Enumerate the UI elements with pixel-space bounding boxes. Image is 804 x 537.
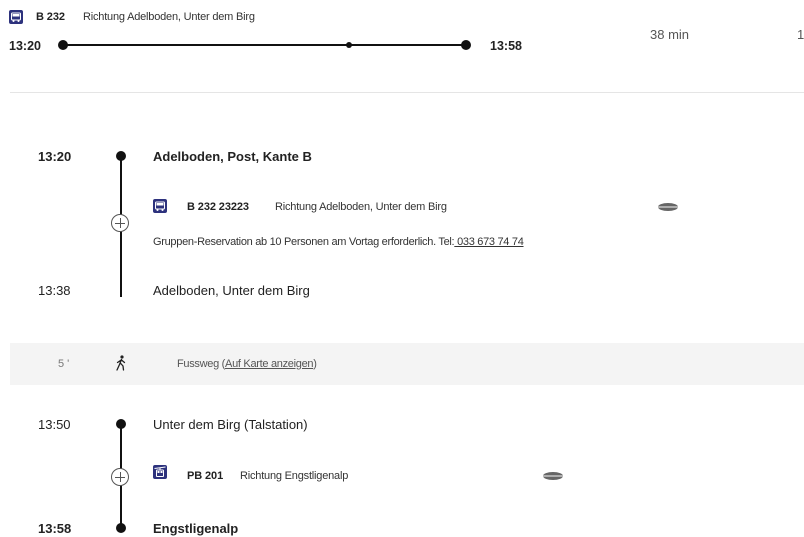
summary-end-dot [461,40,471,50]
leg1-arrival-time: 13:38 [38,283,71,298]
bus-icon [9,10,23,24]
walk-duration: 5 ' [58,358,70,370]
leg1-service-label: B 232 23223 [187,201,249,213]
leg1-expand-button[interactable] [111,214,129,232]
leg2-direction: Richtung Engstligenalp [240,470,349,482]
summary-transfer-dot [346,42,352,48]
summary-direction: Richtung Adelboden, Unter dem Birg [83,11,255,23]
summary-duration: 38 min [650,27,690,42]
walk-label: Fussweg (Auf Karte anzeigen) [177,358,317,370]
leg2-expand-button[interactable] [111,468,129,486]
walk-section [10,343,804,385]
leg1-direction: Richtung Adelboden, Unter dem Birg [275,201,447,213]
leg1-departure-stop[interactable]: Adelboden, Post, Kante B [153,149,312,164]
walk-icon [116,355,126,371]
summary-truncated-value: 1 [797,27,804,42]
leg2-arrival-time: 13:58 [38,521,72,536]
leg2-departure-stop[interactable]: Unter dem Birg (Talstation) [153,417,308,432]
leg2-departure-time: 13:50 [38,417,71,432]
leg1-reservation-note: Gruppen-Reservation ab 10 Personen am Vo… [153,236,524,248]
bus-icon [153,199,167,213]
leg2-service-label: PB 201 [187,470,224,482]
summary-arrival-time: 13:58 [490,39,522,53]
leg2-end-dot [116,523,126,533]
leg1-arrival-stop[interactable]: Adelboden, Unter dem Birg [153,283,310,298]
cable-car-icon [153,465,167,479]
summary-departure-time: 13:20 [9,39,41,53]
occupancy-icon [658,203,678,211]
summary-service-label: B 232 [36,11,65,23]
leg1-departure-time: 13:20 [38,149,72,164]
leg2-arrival-stop[interactable]: Engstligenalp [153,521,238,536]
header-divider [10,92,804,93]
phone-link[interactable]: 033 673 74 74 [454,236,524,248]
map-link[interactable]: Auf Karte anzeigen [225,358,313,370]
summary-route-line [63,44,469,46]
occupancy-icon [543,472,563,480]
